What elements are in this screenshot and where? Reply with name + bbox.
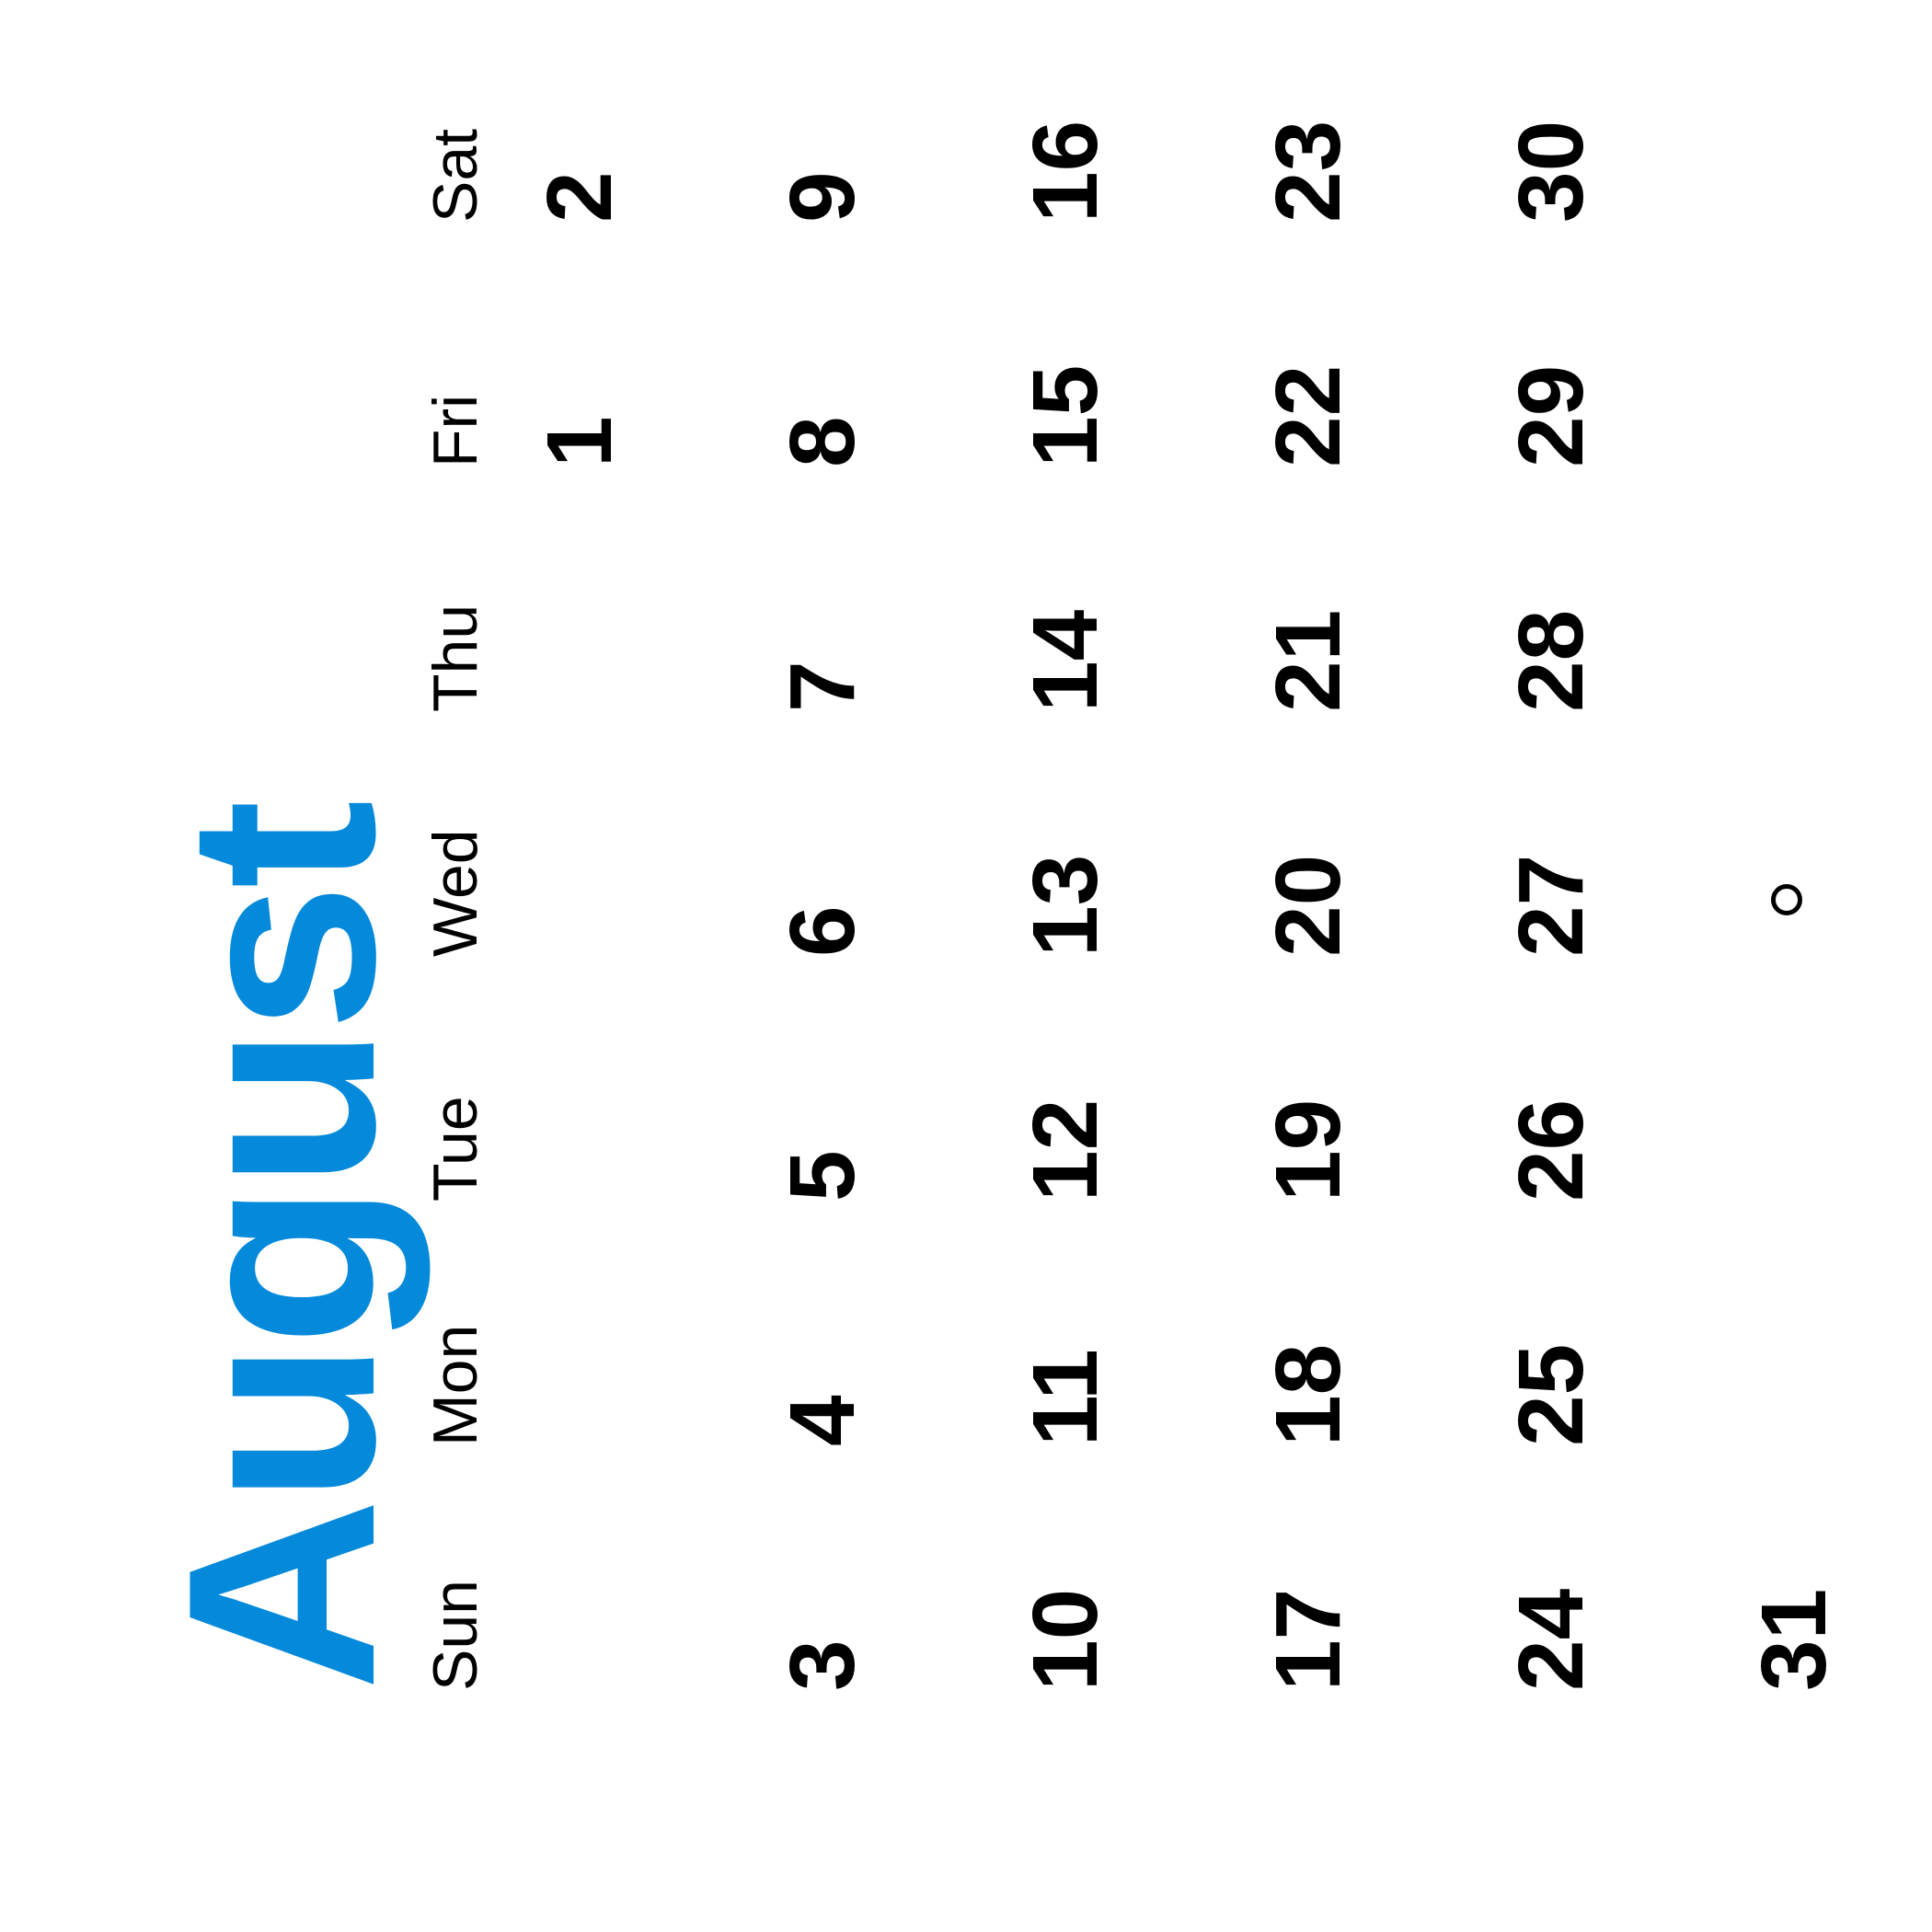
day-2[interactable]: 2 xyxy=(528,171,631,223)
day-30[interactable]: 30 xyxy=(1500,121,1603,223)
day-28[interactable]: 28 xyxy=(1500,610,1603,712)
day-3[interactable]: 3 xyxy=(771,1639,874,1691)
day-19[interactable]: 19 xyxy=(1257,1099,1360,1202)
day-24[interactable]: 24 xyxy=(1500,1589,1603,1691)
weekday-mon: Mon xyxy=(420,1324,490,1446)
weekday-fri: Fri xyxy=(420,394,490,467)
day-25[interactable]: 25 xyxy=(1500,1344,1603,1446)
day-5[interactable]: 5 xyxy=(771,1150,874,1202)
day-18[interactable]: 18 xyxy=(1257,1344,1360,1446)
day-26[interactable]: 26 xyxy=(1500,1099,1603,1202)
day-8[interactable]: 8 xyxy=(771,416,874,467)
day-7[interactable]: 7 xyxy=(771,661,874,712)
calendar: August Sun Mon Tue Wed Thu Fri Sat 1 2 3 4 5 6 7 8 9 10… xyxy=(0,0,1932,1932)
month-title: August xyxy=(132,805,431,1691)
day-6[interactable]: 6 xyxy=(771,905,874,957)
day-9[interactable]: 9 xyxy=(771,171,874,223)
weekday-wed: Wed xyxy=(420,829,490,957)
day-10[interactable]: 10 xyxy=(1014,1589,1117,1691)
day-29[interactable]: 29 xyxy=(1500,365,1603,467)
day-14[interactable]: 14 xyxy=(1014,610,1117,712)
day-4[interactable]: 4 xyxy=(771,1395,874,1446)
day-20[interactable]: 20 xyxy=(1257,855,1360,957)
day-11[interactable]: 11 xyxy=(1014,1349,1117,1446)
day-16[interactable]: 16 xyxy=(1014,121,1117,223)
day-27[interactable]: 27 xyxy=(1500,855,1603,957)
weekday-thu: Thu xyxy=(420,604,490,712)
day-22[interactable]: 22 xyxy=(1257,365,1360,467)
day-15[interactable]: 15 xyxy=(1014,365,1117,467)
day-21[interactable]: 21 xyxy=(1257,610,1360,712)
weekday-header: Sun Mon Tue Wed Thu Fri Sat xyxy=(420,129,490,1691)
day-31[interactable]: 31 xyxy=(1742,1589,1846,1691)
day-23[interactable]: 23 xyxy=(1257,121,1360,223)
day-17[interactable]: 17 xyxy=(1257,1589,1360,1691)
day-12[interactable]: 12 xyxy=(1014,1099,1117,1202)
circle-outline-icon xyxy=(1771,884,1802,915)
day-1[interactable]: 1 xyxy=(528,416,631,467)
day-13[interactable]: 13 xyxy=(1014,855,1117,957)
weekday-sun: Sun xyxy=(420,1580,490,1691)
weekday-tue: Tue xyxy=(420,1096,490,1202)
weekday-sat: Sat xyxy=(420,128,490,223)
